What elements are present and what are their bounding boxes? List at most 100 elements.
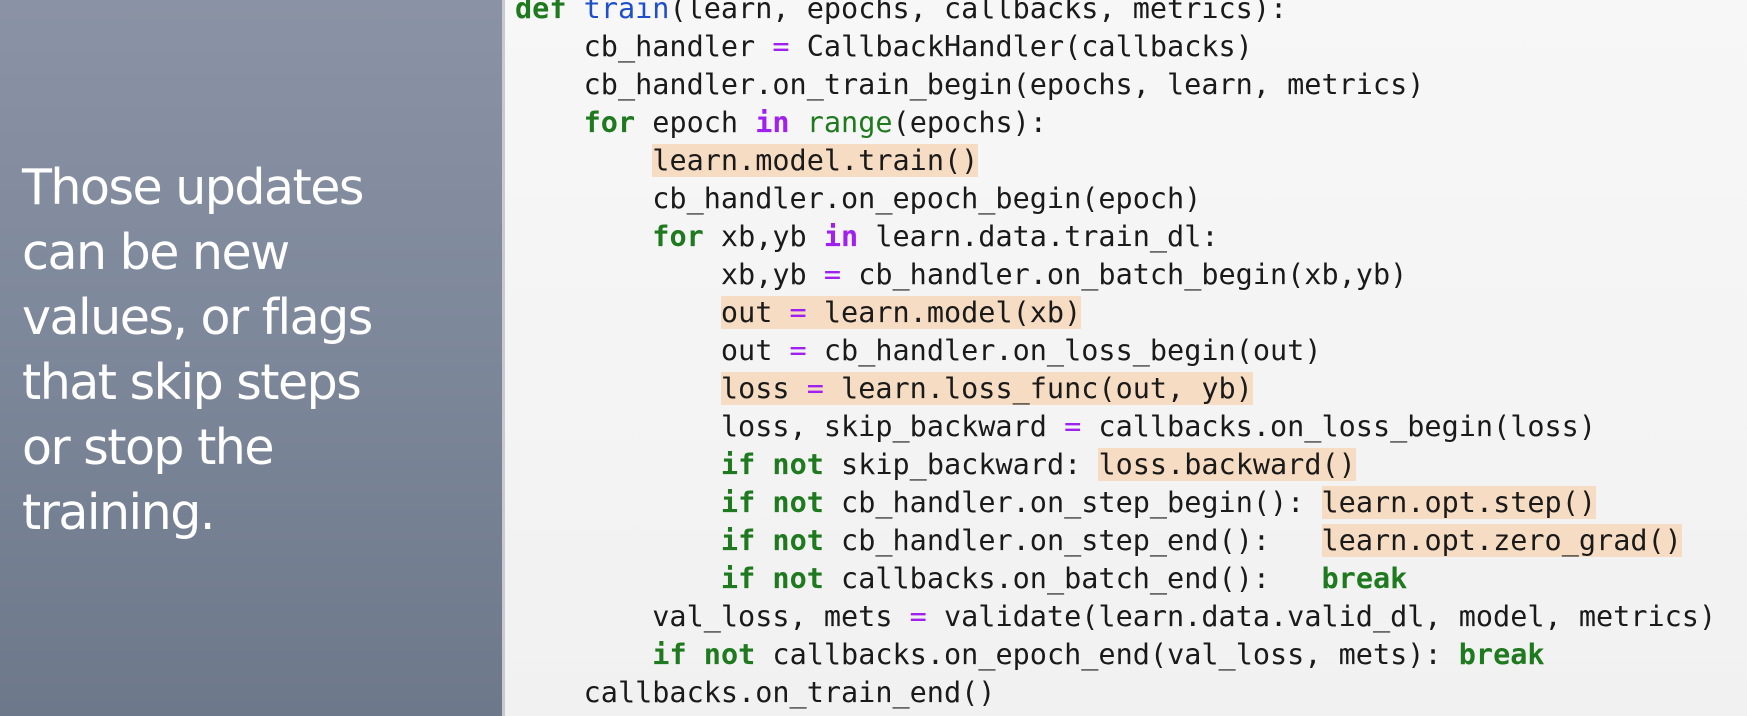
code-token: cb_handler.on_step_begin(): [823,486,1322,519]
caption-line: values, or flags [22,289,373,346]
code-token: cb_handler [515,30,773,63]
code-token: validate(learn.data.valid_dl, model, met… [926,600,1717,633]
highlighted-code-token: learn.opt.zero_grad() [1321,524,1682,557]
highlighted-code-token: = [789,296,807,329]
code-line: cb_handler.on_train_begin(epochs, learn,… [515,66,1425,104]
code-token: skip_backward: [823,448,1099,481]
highlighted-code-token: learn.opt.step() [1321,486,1597,519]
code-token: if [720,562,756,595]
code-token: not [703,638,756,671]
code-token: callbacks.on_epoch_end(val_loss, mets): [755,638,1459,671]
code-token: cb_handler.on_train_begin(epochs, learn,… [515,68,1425,101]
code-line: out = cb_handler.on_loss_begin(out) [515,332,1322,370]
code-token: not [772,448,824,481]
code-token: (learn, epochs, callbacks, metrics): [669,0,1288,25]
code-line: loss, skip_backward = callbacks.on_loss_… [515,408,1596,446]
slide-caption: Those updates can be new values, or flag… [22,155,492,545]
code-token: not [772,524,824,557]
code-line: callbacks.on_train_end() [515,674,996,712]
code-token: = [772,30,790,63]
code-token: cb_handler.on_epoch_begin(epoch) [515,182,1202,215]
code-token: val_loss, mets [515,600,910,633]
caption-line: Those updates [22,159,364,216]
highlighted-code-token: loss.backward() [1098,448,1356,481]
highlighted-code-token: learn.loss_func(out, yb) [823,372,1253,405]
code-token: = [1064,410,1082,443]
code-token: = [789,334,807,367]
code-line: loss = learn.loss_func(out, yb) [515,370,1253,408]
code-token: epoch [635,106,756,139]
slide-caption-panel: Those updates can be new values, or flag… [0,0,502,716]
code-token: break [1458,638,1545,671]
code-token: cb_handler.on_step_end(): [823,524,1322,557]
code-line: if not callbacks.on_epoch_end(val_loss, … [515,636,1545,674]
code-token: callbacks.on_batch_end(): [823,562,1322,595]
caption-line: or stop the [22,419,275,476]
caption-line: training. [22,484,215,541]
code-token: (epochs): [892,106,1047,139]
code-token: if [720,448,756,481]
code-token: if [652,638,687,671]
code-line: val_loss, mets = validate(learn.data.val… [515,598,1716,636]
code-token: not [772,562,824,595]
code-line: for xb,yb in learn.data.train_dl: [515,218,1219,256]
code-token: in [755,106,790,139]
code-token: = [823,258,842,291]
code-token: loss, skip_backward [515,410,1065,443]
highlighted-code-token: learn.model(xb) [806,296,1082,329]
code-token: for [652,220,704,253]
code-token: learn.data.train_dl: [858,220,1219,253]
code-token: for [583,106,636,139]
code-line: if not cb_handler.on_step_end(): learn.o… [515,522,1682,560]
highlighted-code-token: loss [720,372,807,405]
code-token: if [720,486,756,519]
code-token: out [515,334,790,367]
code-token: break [1321,562,1408,595]
code-token: = [909,600,927,633]
code-token: CallbackHandler(callbacks) [789,30,1253,63]
code-line: out = learn.model(xb) [515,294,1082,332]
code-token: cb_handler.on_batch_begin(xb,yb) [841,258,1408,291]
code-token: if [720,524,756,557]
code-token: callbacks.on_loss_begin(loss) [1081,410,1597,443]
caption-line: that skip steps [22,354,362,411]
code-token: in [823,220,859,253]
code-line: learn.model.train() [515,142,979,180]
highlighted-code-token: learn.model.train() [652,144,979,177]
code-line: xb,yb = cb_handler.on_batch_begin(xb,yb) [515,256,1407,294]
code-token: callbacks.on_train_end() [515,676,996,709]
code-token: not [772,486,824,519]
highlighted-code-token: = [806,372,824,405]
code-token: cb_handler.on_loss_begin(out) [806,334,1322,367]
code-line: def train(learn, epochs, callbacks, metr… [515,0,1287,28]
code-token: xb,yb [703,220,824,253]
code-block: def train(learn, epochs, callbacks, metr… [515,0,1747,716]
code-line: cb_handler.on_epoch_begin(epoch) [515,180,1201,218]
code-token: xb,yb [515,258,824,291]
code-token: range [806,106,893,139]
code-line: for epoch in range(epochs): [515,104,1047,142]
code-line: if not cb_handler.on_step_begin(): learn… [515,484,1597,522]
highlighted-code-token: out [720,296,790,329]
caption-line: can be new [22,224,290,281]
code-line: cb_handler = CallbackHandler(callbacks) [515,28,1253,66]
code-line: if not skip_backward: loss.backward() [515,446,1356,484]
code-token: def [515,0,567,25]
